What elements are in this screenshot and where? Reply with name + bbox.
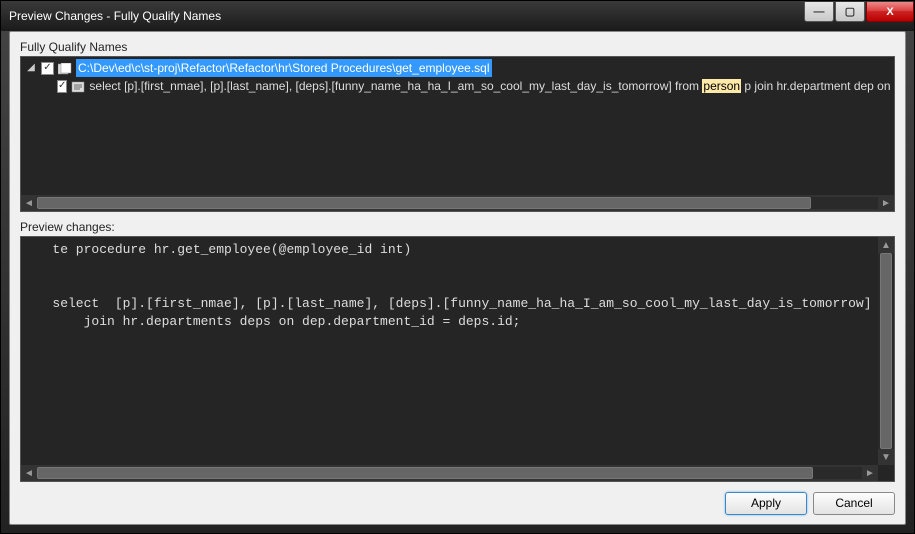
h-scroll-thumb[interactable] <box>37 467 813 479</box>
child-text-pre: select [p].[first_nmae], [p].[last_name]… <box>89 79 702 93</box>
dialog-footer: Apply Cancel <box>20 482 895 516</box>
h-scroll-track[interactable] <box>37 467 862 479</box>
code-line-icon <box>71 80 85 92</box>
code-line-5: join hr.departments deps on dep.departme… <box>29 314 520 329</box>
scroll-thumb[interactable] <box>37 197 811 209</box>
apply-button[interactable]: Apply <box>725 492 807 515</box>
preview-horizontal-scrollbar[interactable]: ◄ ► <box>21 465 878 481</box>
v-scroll-track[interactable] <box>878 253 894 449</box>
window-title: Preview Changes - Fully Qualify Names <box>9 9 803 23</box>
fully-qualify-label: Fully Qualify Names <box>20 40 895 54</box>
dialog-window: Preview Changes - Fully Qualify Names — … <box>0 0 915 534</box>
highlight-token: person <box>702 79 741 93</box>
preview-changes-label: Preview changes: <box>20 220 895 234</box>
titlebar[interactable]: Preview Changes - Fully Qualify Names — … <box>1 1 914 31</box>
expand-collapse-icon[interactable]: ◢ <box>25 59 37 77</box>
preview-code-panel: te procedure hr.get_employee(@employee_i… <box>20 236 895 482</box>
cancel-button[interactable]: Cancel <box>813 492 895 515</box>
changes-tree-panel: ◢ ✓ C:\Dev\ed\c\st-proj\Refactor\Refacto… <box>20 56 895 212</box>
code-line-1: te procedure hr.get_employee(@employee_i… <box>29 242 411 257</box>
maximize-button[interactable]: ▢ <box>835 2 865 22</box>
root-checkbox[interactable]: ✓ <box>41 62 54 75</box>
tree-root-row[interactable]: ◢ ✓ C:\Dev\ed\c\st-proj\Refactor\Refacto… <box>25 59 890 77</box>
close-button[interactable]: X <box>866 2 914 22</box>
scroll-right-icon[interactable]: ► <box>878 195 894 211</box>
scroll-up-icon[interactable]: ▲ <box>878 237 894 253</box>
code-line-4: select [p].[first_nmae], [p].[last_name]… <box>29 296 895 311</box>
minimize-button[interactable]: — <box>804 2 834 22</box>
tree-inner: ◢ ✓ C:\Dev\ed\c\st-proj\Refactor\Refacto… <box>21 57 894 97</box>
v-scroll-thumb[interactable] <box>880 253 892 449</box>
scroll-down-icon[interactable]: ▼ <box>878 449 894 465</box>
scroll-right-icon[interactable]: ► <box>862 465 878 481</box>
child-code-line: select [p].[first_nmae], [p].[last_name]… <box>89 77 895 95</box>
scroll-track[interactable] <box>37 197 878 209</box>
child-checkbox[interactable]: ✓ <box>57 80 67 93</box>
scroll-left-icon[interactable]: ◄ <box>21 465 37 481</box>
tree-child-row[interactable]: ✓ select [p].[first_nmae], [p].[last_nam… <box>25 77 890 95</box>
preview-code: te procedure hr.get_employee(@employee_i… <box>21 237 894 335</box>
tree-horizontal-scrollbar[interactable]: ◄ ► <box>21 195 894 211</box>
preview-vertical-scrollbar[interactable]: ▲ ▼ <box>878 237 894 465</box>
scroll-left-icon[interactable]: ◄ <box>21 195 37 211</box>
sql-file-icon <box>58 62 72 74</box>
window-buttons: — ▢ X <box>803 2 914 24</box>
child-text-post: p join hr.department dep on p. <box>741 79 895 93</box>
root-file-path: C:\Dev\ed\c\st-proj\Refactor\Refactor\hr… <box>76 59 492 77</box>
dialog-content: Fully Qualify Names ◢ ✓ C:\Dev\ed\c\st-p… <box>9 31 906 525</box>
